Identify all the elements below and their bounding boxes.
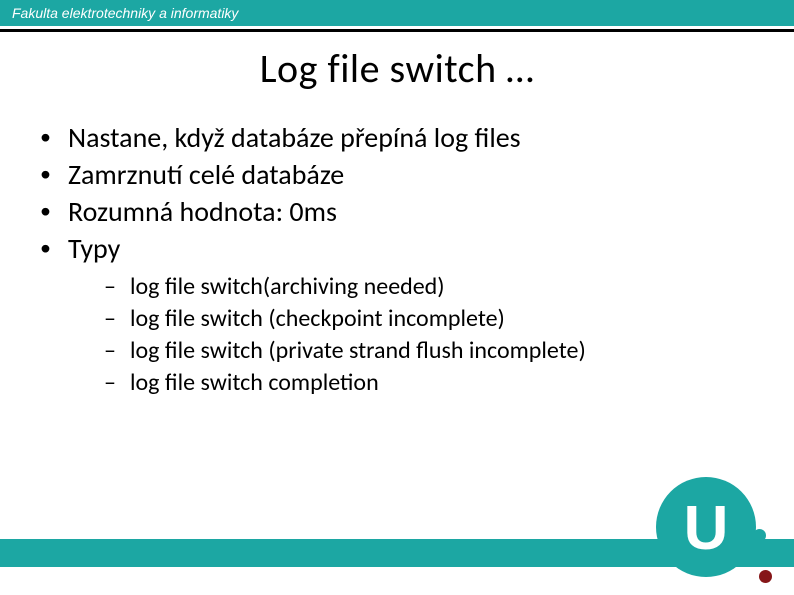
university-logo: U [656,477,776,587]
logo-circle: U [656,477,756,577]
sub-bullet-text: log file switch(archiving needed) [130,272,445,301]
header-bar: Fakulta elektrotechniky a informatiky [0,0,794,26]
bullet-text: Nastane, když databáze přepíná log files [68,120,521,155]
list-item: log file switch completion [68,368,760,398]
bullet-text: Rozumná hodnota: 0ms [68,194,337,229]
sub-bullet-text: log file switch (checkpoint incomplete) [130,304,505,333]
content-area: Nastane, když databáze přepíná log files… [34,120,760,400]
header-faculty-text: Fakulta elektrotechniky a informatiky [12,5,238,21]
list-item: Nastane, když databáze přepíná log files [34,120,760,155]
logo-dot-icon [753,529,766,542]
list-item: log file switch (private strand flush in… [68,336,760,366]
logo-dot-icon [759,570,772,583]
sub-bullet-text: log file switch (private strand flush in… [130,336,586,365]
slide: Fakulta elektrotechniky a informatiky Lo… [0,0,794,595]
list-item: Zamrznutí celé databáze [34,157,760,192]
bullet-text: Zamrznutí celé databáze [68,157,344,192]
sub-bullet-list: log file switch(archiving needed) log fi… [68,272,760,398]
sub-bullet-text: log file switch completion [130,368,379,397]
logo-letter: U [684,498,729,560]
list-item: Rozumná hodnota: 0ms [34,194,760,229]
list-item: log file switch (checkpoint incomplete) [68,304,760,334]
bullet-text: Typy [68,231,120,266]
list-item: Typy log file switch(archiving needed) l… [34,231,760,398]
list-item: log file switch(archiving needed) [68,272,760,302]
bullet-list: Nastane, když databáze přepíná log files… [34,120,760,398]
slide-title: Log file switch … [0,44,794,93]
header-black-line [0,29,794,32]
